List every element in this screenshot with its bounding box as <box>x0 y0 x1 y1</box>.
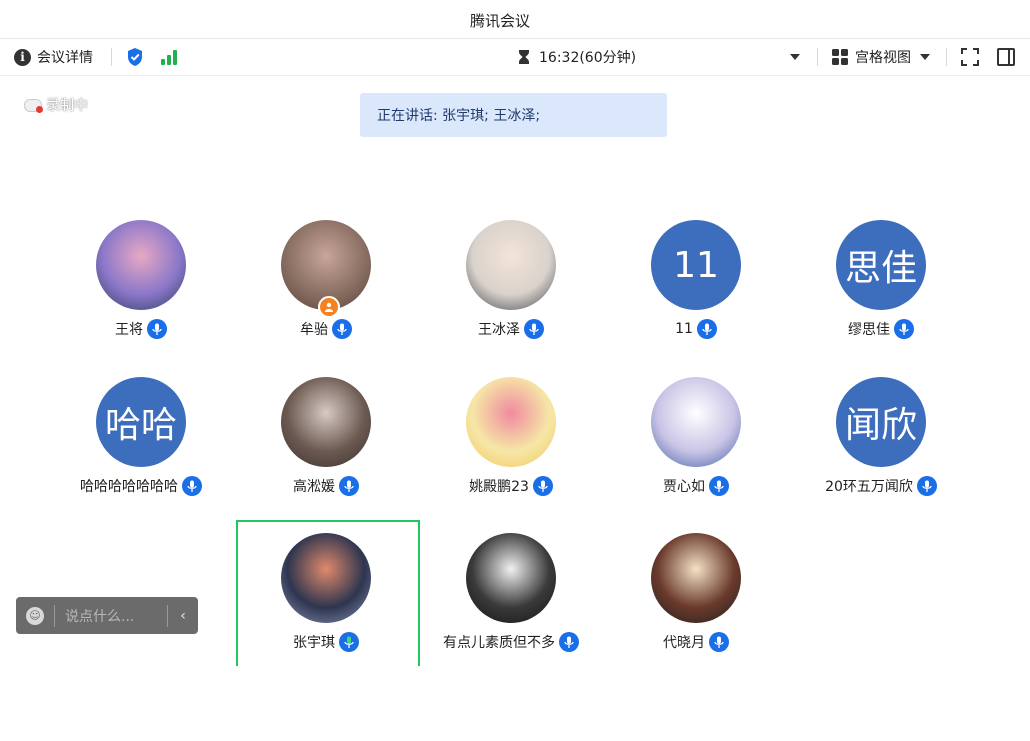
participant-tile[interactable]: 王将 <box>49 220 233 360</box>
participant-name-row: 哈哈哈哈哈哈哈 <box>49 476 233 496</box>
meeting-details-label: 会议详情 <box>37 50 93 66</box>
avatar <box>96 220 186 310</box>
mic-icon[interactable] <box>916 476 937 496</box>
avatar: 闻欣 <box>836 377 926 467</box>
security-button[interactable] <box>126 39 144 75</box>
avatar <box>651 377 741 467</box>
participant-name-row: 王将 <box>49 319 233 339</box>
participant-name-row: 贾心如 <box>604 476 788 496</box>
participant-tile[interactable]: 王冰泽 <box>419 220 603 360</box>
sidebar-toggle-button[interactable] <box>997 39 1015 75</box>
participant-tile[interactable]: 高淞媛 <box>234 377 418 517</box>
avatar <box>466 377 556 467</box>
avatar <box>466 533 556 623</box>
participant-name-row: 姚殿鹏23 <box>419 476 603 496</box>
host-icon <box>318 296 340 318</box>
participant-name: 代晓月 <box>663 635 705 651</box>
avatar: 思佳 <box>836 220 926 310</box>
participant-name-row: 20环五万闻欣 <box>789 476 973 496</box>
title-bar: 腾讯会议 <box>0 0 1030 39</box>
participant-name-row: 代晓月 <box>604 632 788 652</box>
participant-name: 有点儿素质但不多 <box>443 635 555 651</box>
divider <box>946 48 947 66</box>
timer-label: 16:32(60分钟) <box>539 50 637 66</box>
emoji-icon[interactable]: ☺ <box>26 606 44 625</box>
avatar <box>466 220 556 310</box>
chat-input[interactable]: 说点什么... <box>65 606 167 626</box>
divider <box>54 604 55 627</box>
meeting-timer[interactable]: 16:32(60分钟) <box>517 39 636 75</box>
participant-name: 牟骀 <box>300 322 328 338</box>
participant-tile[interactable]: 牟骀 <box>234 220 418 360</box>
avatar: 哈哈 <box>96 377 186 467</box>
mic-icon[interactable] <box>696 319 717 339</box>
participant-name-row: 缪思佳 <box>789 319 973 339</box>
participant-tile[interactable]: 哈哈 哈哈哈哈哈哈哈 <box>49 377 233 517</box>
mic-icon[interactable] <box>709 476 729 496</box>
participant-name: 贾心如 <box>663 479 705 495</box>
signal-icon <box>161 50 177 65</box>
active-speakers-text: 正在讲话: 张宇琪; 王冰泽; <box>377 108 541 124</box>
participant-name: 王将 <box>115 322 143 338</box>
participant-name-row: 有点儿素质但不多 <box>419 632 603 652</box>
mic-icon[interactable] <box>709 632 729 652</box>
recording-indicator[interactable]: 录制中 <box>24 95 88 115</box>
participant-tile[interactable]: 11 11 <box>604 220 788 360</box>
record-icon <box>24 98 43 113</box>
mic-icon[interactable] <box>559 632 579 652</box>
mic-icon[interactable] <box>182 476 202 496</box>
chat-bar[interactable]: ☺ 说点什么... ‹ <box>16 597 198 634</box>
meeting-details-button[interactable]: i 会议详情 <box>14 39 93 75</box>
participant-name-row: 牟骀 <box>234 319 418 339</box>
chevron-down-icon <box>920 54 930 60</box>
avatar <box>281 377 371 467</box>
participant-name: 姚殿鹏23 <box>469 479 529 495</box>
mic-icon[interactable] <box>339 476 359 496</box>
hourglass-icon <box>519 50 529 64</box>
window-title: 腾讯会议 <box>470 12 531 30</box>
participant-tile[interactable]: 姚殿鹏23 <box>419 377 603 517</box>
collapse-icon[interactable]: ‹ <box>167 604 198 627</box>
participant-name: 20环五万闻欣 <box>825 479 913 495</box>
participant-name-row: 高淞媛 <box>234 476 418 496</box>
participant-tile[interactable]: 闻欣 20环五万闻欣 <box>789 377 973 517</box>
sidebar-toggle-icon <box>997 48 1015 66</box>
recording-label: 录制中 <box>46 98 88 114</box>
mic-icon[interactable] <box>332 319 352 339</box>
mic-icon[interactable] <box>524 319 544 339</box>
participant-name-row: 11 <box>604 319 788 339</box>
shield-icon <box>128 48 142 66</box>
timer-dropdown-button[interactable] <box>789 39 801 75</box>
fullscreen-icon <box>961 48 979 66</box>
avatar <box>651 533 741 623</box>
chevron-down-icon <box>790 54 800 60</box>
mic-icon[interactable] <box>532 476 553 496</box>
fullscreen-button[interactable] <box>961 39 979 75</box>
participant-name: 11 <box>675 321 693 337</box>
active-speaker-frame <box>236 520 420 666</box>
participant-tile[interactable]: 有点儿素质但不多 <box>419 533 603 673</box>
divider <box>111 48 112 66</box>
avatar: 11 <box>651 220 741 310</box>
participant-name: 高淞媛 <box>293 479 335 495</box>
meeting-toolbar: i 会议详情 16:32(60分钟) 宫格视图 <box>0 39 1030 76</box>
info-icon: i <box>14 48 31 66</box>
mic-icon[interactable] <box>147 319 167 339</box>
participant-tile[interactable]: 代晓月 <box>604 533 788 673</box>
participant-tile[interactable]: 思佳缪思佳 <box>789 220 973 360</box>
view-mode-label: 宫格视图 <box>855 50 911 66</box>
participant-name-row: 王冰泽 <box>419 319 603 339</box>
participant-name: 哈哈哈哈哈哈哈 <box>80 479 178 495</box>
participant-tile[interactable]: 贾心如 <box>604 377 788 517</box>
participant-name: 王冰泽 <box>478 322 520 338</box>
network-signal-button[interactable] <box>160 39 178 75</box>
divider <box>817 48 818 66</box>
view-mode-button[interactable]: 宫格视图 <box>831 39 931 75</box>
mic-icon[interactable] <box>894 319 914 339</box>
grid-view-icon <box>832 49 848 65</box>
active-speakers-banner: 正在讲话: 张宇琪; 王冰泽; <box>360 93 667 137</box>
participant-name: 缪思佳 <box>848 322 890 338</box>
